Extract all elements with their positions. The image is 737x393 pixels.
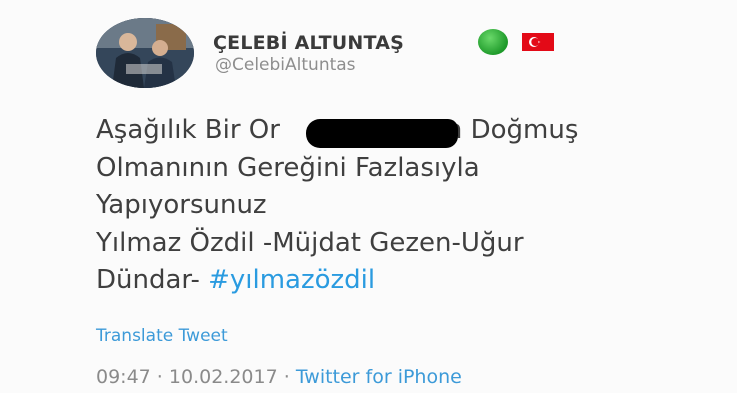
green-circle-icon: [478, 29, 508, 55]
tweet-line: Yapıyorsunuz: [96, 190, 267, 220]
badges: [478, 29, 554, 55]
user-handle[interactable]: @CelebiAltuntas: [215, 55, 356, 75]
tweet-time: 09:47: [96, 366, 151, 388]
tweet-line: Dündar- #yılmazözdil: [96, 262, 716, 300]
tweet-line-part: Aşağılık Bir Or: [96, 115, 280, 145]
tweet-line: Olmanının Gereğini Fazlasıyla: [96, 152, 480, 183]
translate-tweet-link[interactable]: Translate Tweet: [96, 326, 228, 346]
meta-separator: ·: [150, 366, 169, 388]
hashtag-link[interactable]: #yılmazözdil: [208, 265, 375, 295]
tweet-line-part: Dündar-: [96, 265, 209, 295]
tweet-line: Yılmaz Özdil -Müjdat Gezen-Uğur: [96, 227, 524, 258]
avatar[interactable]: [96, 18, 194, 88]
redaction-mark: [306, 119, 458, 148]
tweet-card: ÇELEBİ ALTUNTAŞ @CelebiAltuntas Aşağılık…: [0, 0, 737, 393]
profile-photo-icon: [96, 18, 194, 88]
meta-separator: ·: [277, 366, 296, 388]
tweet-meta: 09:47 · 10.02.2017 · Twitter for iPhone: [96, 366, 462, 388]
tweet-date[interactable]: 10.02.2017: [169, 366, 278, 388]
turkey-flag-icon: [522, 33, 554, 51]
tweet-source-link[interactable]: Twitter for iPhone: [296, 366, 462, 388]
display-name[interactable]: ÇELEBİ ALTUNTAŞ: [213, 32, 404, 54]
